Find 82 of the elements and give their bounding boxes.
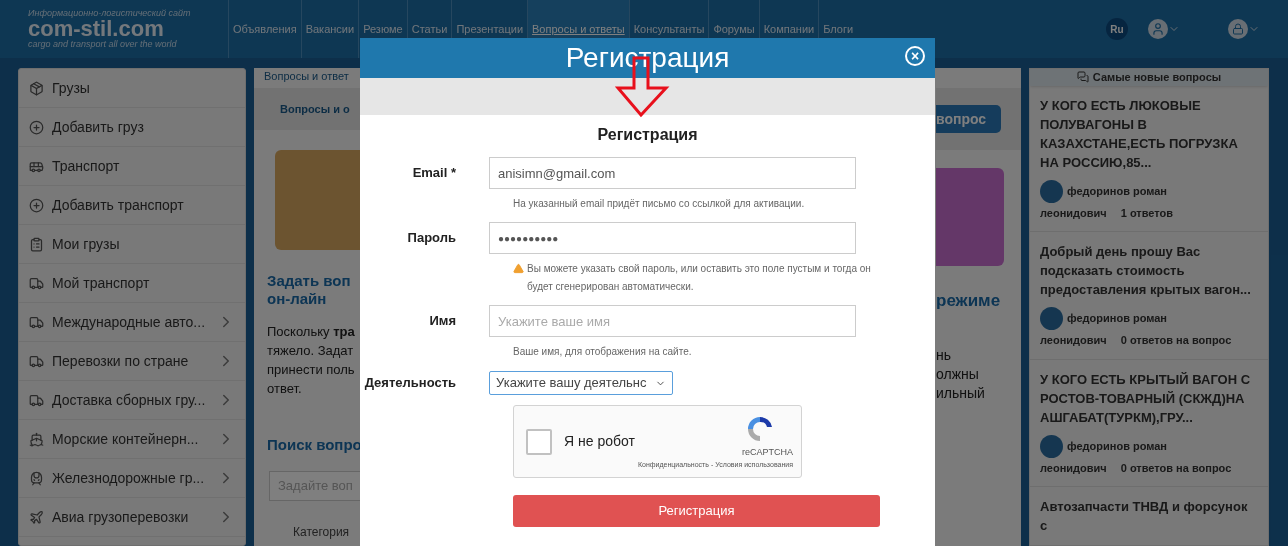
section-heading: он-лайн [267, 290, 327, 308]
answer-count: 0 ответов на вопрос [1120, 333, 1232, 348]
paragraph-line: нь [936, 345, 953, 365]
recaptcha-logo-icon [745, 414, 775, 444]
paragraph-line: ильный [936, 383, 986, 403]
warning-icon [513, 263, 524, 274]
author-name[interactable]: федоринов роман [1067, 437, 1167, 455]
nav-link[interactable]: Вакансии [300, 0, 359, 58]
author-name[interactable]: леонидович [1040, 459, 1107, 476]
panel-title: Самые новые вопросы [1092, 70, 1222, 85]
ship-icon [29, 431, 44, 447]
nav-link[interactable]: Объявления [228, 0, 301, 58]
sidebar-item[interactable]: Авиа грузоперевозки [19, 498, 245, 537]
section-heading: Поиск вопро [266, 435, 362, 455]
chat-icon [1076, 71, 1089, 84]
sidebar-item[interactable]: Добавить груз [19, 108, 245, 147]
section-heading: режиме [936, 290, 1002, 312]
sidebar-item[interactable]: Доставка сборных гру... [19, 381, 245, 420]
avatar-icon [1040, 307, 1063, 330]
site-logo[interactable]: com-stil.com [28, 18, 228, 40]
train-icon [29, 470, 44, 486]
question-link[interactable]: Добрый день прошу Вас подсказать стоимость предоставления крытых вагон... [1040, 242, 1258, 299]
close-button[interactable]: × [905, 46, 925, 66]
truck-icon [29, 353, 44, 369]
sidebar-item[interactable]: Грузы [19, 69, 245, 108]
author-name[interactable]: федоринов роман [1067, 310, 1167, 327]
answer-count: 1 ответов [1120, 205, 1174, 221]
field-label: Email * [411, 164, 457, 183]
question-link[interactable]: Автозапчасти ТНВД и форсунок с [1040, 497, 1258, 535]
sidebar-item[interactable]: Добавить транспорт [19, 186, 245, 225]
activity-select[interactable]: Укажите вашу деятельнс [489, 371, 673, 395]
sidebar-item[interactable]: Транспорт [19, 147, 245, 186]
field-hint: Ваше имя, для отображения на сайте. [513, 345, 693, 359]
author-name[interactable]: федоринов роман [1067, 182, 1167, 200]
clipboard-icon [29, 236, 44, 252]
captcha-checkbox[interactable] [526, 428, 552, 455]
paragraph-line: Поскольку тра [267, 323, 355, 341]
password-field[interactable]: ●●●●●●●●●● [489, 222, 856, 254]
question-link[interactable]: У КОГО ЕСТЬ ЛЮКОВЫЕ ПОЛУВАГОНЫ В КАЗАХСТАНЕ,ЕСТЬ ПОГРУЗКА НА РОССИЮ,85... [1040, 95, 1258, 172]
site-subtitle: cargo and transport all over the world [28, 40, 178, 49]
field-label: Пароль [406, 229, 457, 248]
truck-icon [29, 314, 44, 330]
sidebar-item[interactable]: Мой транспорт [19, 264, 245, 303]
sidebar-item[interactable]: Перевозки по стране [19, 342, 245, 381]
field-label: Деятельность [363, 374, 457, 393]
user-icon[interactable] [1148, 19, 1168, 39]
sidebar-item[interactable]: Мои грузы [19, 225, 245, 264]
field-hint: Вы можете указать свой пароль, или оставить это поле пустым и тогда он будет сгенерирован автоматически. [527, 262, 872, 294]
filter-label: Категория [292, 523, 351, 541]
form-title: Регистрация [596, 125, 699, 145]
field-label: Имя [428, 312, 457, 331]
question-link[interactable]: У КОГО ЕСТЬ КРЫТЫЙ ВАГОН С РОСТОВ-ТОВАРНЫЙ (СКЖД)НА АШГАБАТ(ТУРКМ),ГРУ... [1040, 369, 1258, 427]
truck-icon [29, 392, 44, 408]
avatar-icon [1040, 179, 1063, 203]
name-field[interactable]: Укажите ваше имя [489, 305, 856, 337]
paragraph-line: тяжело. Задат [267, 342, 354, 360]
truck-icon [29, 275, 44, 291]
ask-button[interactable]: вопрос [936, 105, 1001, 133]
author-name[interactable]: леонидович [1040, 332, 1107, 349]
email-field[interactable]: anisimn@gmail.com [489, 157, 856, 189]
author-name[interactable]: леонидович [1040, 204, 1107, 221]
lock-icon[interactable] [1228, 19, 1248, 39]
captcha-brand: reCAPTCHA [742, 446, 793, 459]
sidebar-item[interactable]: Международные авто... [19, 303, 245, 342]
sidebar-item[interactable]: Железнодорожные гр... [19, 459, 245, 498]
register-button[interactable]: Регистрация [513, 495, 880, 527]
section-heading: Задать воп [267, 272, 351, 290]
package-icon [29, 80, 44, 96]
language-badge[interactable]: Ru [1106, 18, 1128, 40]
answer-count: 0 ответов на вопрос [1120, 460, 1232, 476]
captcha-label: Я не робот [564, 432, 635, 451]
field-hint: На указанный email придёт письмо со ссылкой для активации. [513, 197, 806, 211]
paragraph-line: ответ. [267, 380, 302, 398]
paragraph-line: принести поль [267, 361, 355, 379]
sidebar-item[interactable]: Морские контейнерн... [19, 420, 245, 459]
plus-icon [29, 197, 44, 213]
site-tagline: Информационно-логистический сайт [28, 9, 192, 18]
avatar-icon [1040, 434, 1063, 458]
plane-icon [29, 509, 44, 525]
breadcrumb-link[interactable]: Вопросы и ответ [254, 68, 361, 86]
plus-icon [29, 119, 44, 135]
paragraph-line: олжны [936, 364, 980, 384]
